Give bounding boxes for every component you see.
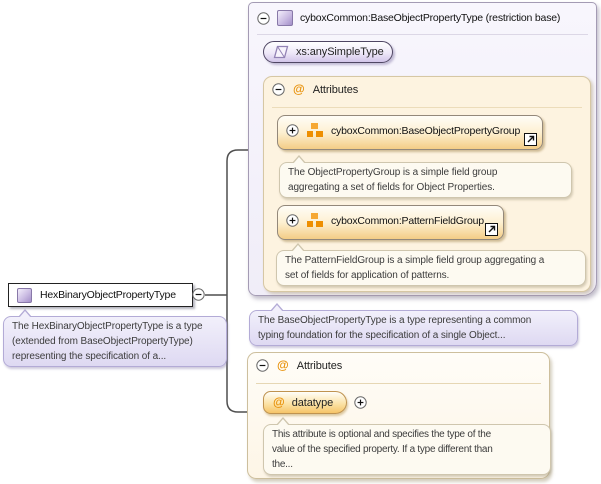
- node-hexbinaryobjectpropertytype[interactable]: HexBinaryObjectPropertyType: [8, 283, 193, 307]
- complex-type-icon: [17, 288, 32, 303]
- node-label: HexBinaryObjectPropertyType: [40, 289, 176, 301]
- collapse-toggle-icon[interactable]: [272, 83, 285, 96]
- attributes-header: @ Attributes: [256, 359, 543, 372]
- simple-type-icon: [273, 45, 289, 59]
- base-type-title: cyboxCommon:BaseObjectPropertyType (rest…: [300, 12, 560, 24]
- collapse-toggle-icon[interactable]: [192, 288, 205, 301]
- attributes-title: Attributes: [297, 360, 342, 372]
- divider: [256, 383, 541, 384]
- own-attributes-section: @ Attributes @ datatype This attribute i…: [247, 352, 550, 479]
- root-doc-tooltip: The HexBinaryObjectPropertyType is a typ…: [3, 316, 227, 367]
- simple-type-pill[interactable]: xs:anySimpleType: [263, 41, 393, 63]
- group-doc-tooltip: The PatternFieldGroup is a simple field …: [276, 250, 586, 286]
- divider: [272, 107, 582, 108]
- group-doc-tooltip: The ObjectPropertyGroup is a simple fiel…: [279, 162, 572, 198]
- attribute-icon: @: [273, 396, 285, 409]
- base-type-box: cyboxCommon:BaseObjectPropertyType (rest…: [248, 2, 597, 296]
- attribute-icon: @: [293, 83, 305, 96]
- attr-group-baseobjectpropertygroup[interactable]: cyboxCommon:BaseObjectPropertyGroup: [277, 115, 543, 150]
- attribute-group-icon: [307, 123, 323, 138]
- attribute-group-icon: [307, 213, 323, 228]
- attribute-name: datatype: [292, 397, 333, 409]
- expand-toggle-icon[interactable]: [286, 124, 299, 137]
- simple-type-label: xs:anySimpleType: [296, 46, 384, 58]
- attribute-doc-tooltip: This attribute is optional and specifies…: [263, 424, 551, 475]
- attribute-icon: @: [277, 359, 289, 372]
- divider: [257, 34, 588, 35]
- group-name: cyboxCommon:PatternFieldGroup: [331, 215, 484, 227]
- expand-toggle-icon[interactable]: [286, 214, 299, 227]
- attr-group-patternfieldgroup[interactable]: cyboxCommon:PatternFieldGroup: [277, 205, 504, 240]
- base-type-doc-tooltip: The BaseObjectPropertyType is a type rep…: [249, 310, 578, 346]
- attributes-header: @ Attributes: [272, 83, 584, 96]
- attributes-title: Attributes: [313, 84, 358, 96]
- collapse-toggle-icon[interactable]: [257, 12, 270, 25]
- attribute-datatype-pill[interactable]: @ datatype: [263, 391, 347, 414]
- expand-toggle-icon[interactable]: [354, 396, 367, 409]
- group-name: cyboxCommon:BaseObjectPropertyGroup: [331, 125, 520, 137]
- jump-to-definition-icon[interactable]: [524, 133, 537, 146]
- base-attributes-section: @ Attributes cyboxCommon:BaseObjectPrope…: [263, 76, 591, 292]
- collapse-toggle-icon[interactable]: [256, 359, 269, 372]
- base-type-header: cyboxCommon:BaseObjectPropertyType (rest…: [257, 10, 590, 26]
- jump-to-definition-icon[interactable]: [485, 223, 498, 236]
- complex-type-icon: [277, 10, 293, 26]
